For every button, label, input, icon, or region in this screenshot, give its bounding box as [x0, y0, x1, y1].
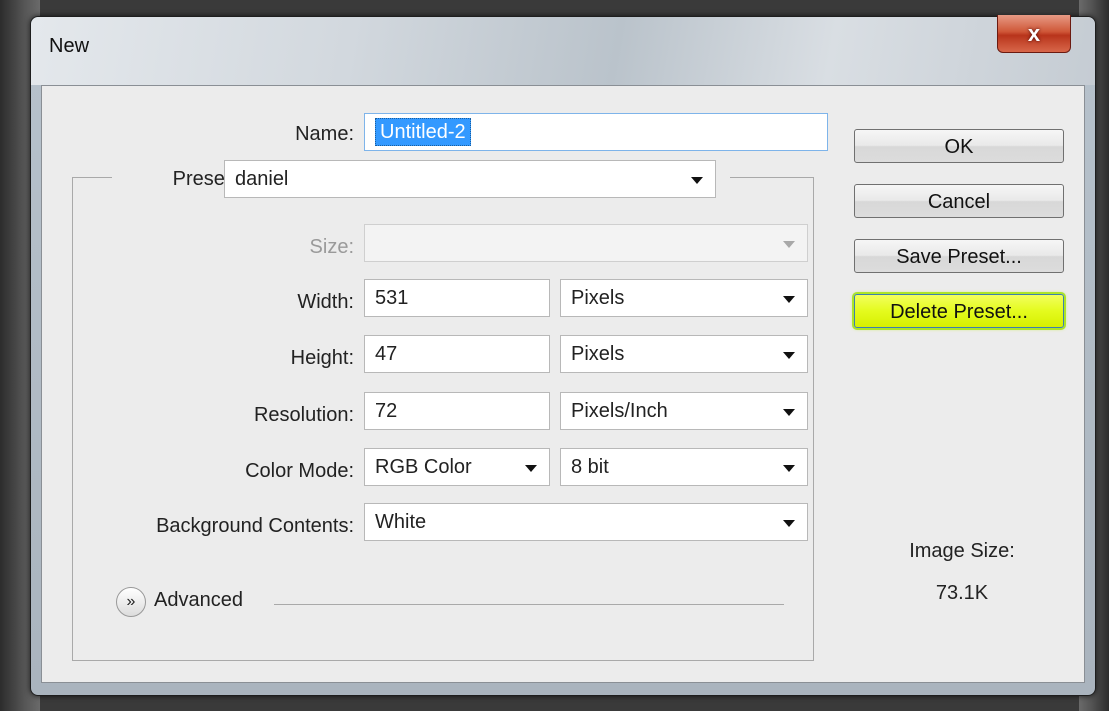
delete-preset-button[interactable]: Delete Preset...: [854, 294, 1064, 328]
image-size-value: 73.1K: [935, 582, 989, 604]
bit-depth-dropdown[interactable]: 8 bit: [560, 448, 808, 486]
size-label: Size:: [309, 236, 354, 258]
resolution-unit-dropdown[interactable]: Pixels/Inch: [560, 392, 808, 430]
height-input[interactable]: 47: [364, 335, 550, 373]
advanced-divider: [274, 604, 784, 605]
resolution-unit-value: Pixels/Inch: [571, 400, 668, 422]
background-contents-value: White: [375, 511, 427, 533]
width-label: Width:: [297, 291, 354, 313]
dialog-body: Name: Untitled-2 Preset: daniel Size: Wi…: [41, 85, 1085, 683]
save-preset-button[interactable]: Save Preset...: [854, 239, 1064, 273]
chevron-down-icon: [783, 520, 795, 527]
chevron-down-icon: [783, 241, 795, 248]
bit-depth-value: 8 bit: [571, 456, 609, 478]
name-label: Name:: [295, 123, 354, 145]
preset-label: Preset:: [112, 168, 242, 191]
preset-dropdown-value: daniel: [235, 168, 289, 190]
height-label: Height:: [290, 347, 354, 369]
name-input-value: Untitled-2: [375, 118, 471, 146]
chevron-down-icon: [783, 465, 795, 472]
chevron-down-icon: [783, 352, 795, 359]
color-mode-dropdown[interactable]: RGB Color: [364, 448, 550, 486]
color-mode-label: Color Mode:: [245, 460, 354, 482]
resolution-input[interactable]: 72: [364, 392, 550, 430]
preset-dropdown[interactable]: daniel: [224, 160, 716, 198]
double-chevron-down-icon[interactable]: »: [116, 587, 146, 617]
group-box-gap: [716, 176, 730, 179]
chevron-down-icon: [691, 177, 703, 184]
dialog-title: New: [49, 35, 90, 57]
ok-button[interactable]: OK: [854, 129, 1064, 163]
image-size-label: Image Size:: [909, 540, 1015, 562]
close-icon: x: [1027, 20, 1041, 46]
background-contents-dropdown[interactable]: White: [364, 503, 808, 541]
color-mode-value: RGB Color: [375, 456, 472, 478]
cancel-button[interactable]: Cancel: [854, 184, 1064, 218]
name-input[interactable]: Untitled-2: [364, 113, 828, 151]
resolution-label: Resolution:: [253, 404, 354, 426]
size-dropdown[interactable]: [364, 224, 808, 262]
close-button[interactable]: x: [997, 15, 1071, 53]
height-unit-dropdown[interactable]: Pixels: [560, 335, 808, 373]
chevron-down-icon: [525, 465, 537, 472]
height-unit-value: Pixels: [571, 343, 625, 365]
width-unit-value: Pixels: [571, 287, 625, 309]
new-document-dialog: New x Name: Untitled-2 Preset: daniel Si…: [30, 15, 1096, 696]
background-contents-label: Background Contents:: [156, 515, 354, 537]
width-unit-dropdown[interactable]: Pixels: [560, 279, 808, 317]
title-bar[interactable]: New x: [31, 15, 1095, 85]
width-input[interactable]: 531: [364, 279, 550, 317]
chevron-down-icon: [783, 296, 795, 303]
chevron-down-icon: [783, 409, 795, 416]
advanced-toggle-label[interactable]: Advanced: [154, 589, 243, 612]
